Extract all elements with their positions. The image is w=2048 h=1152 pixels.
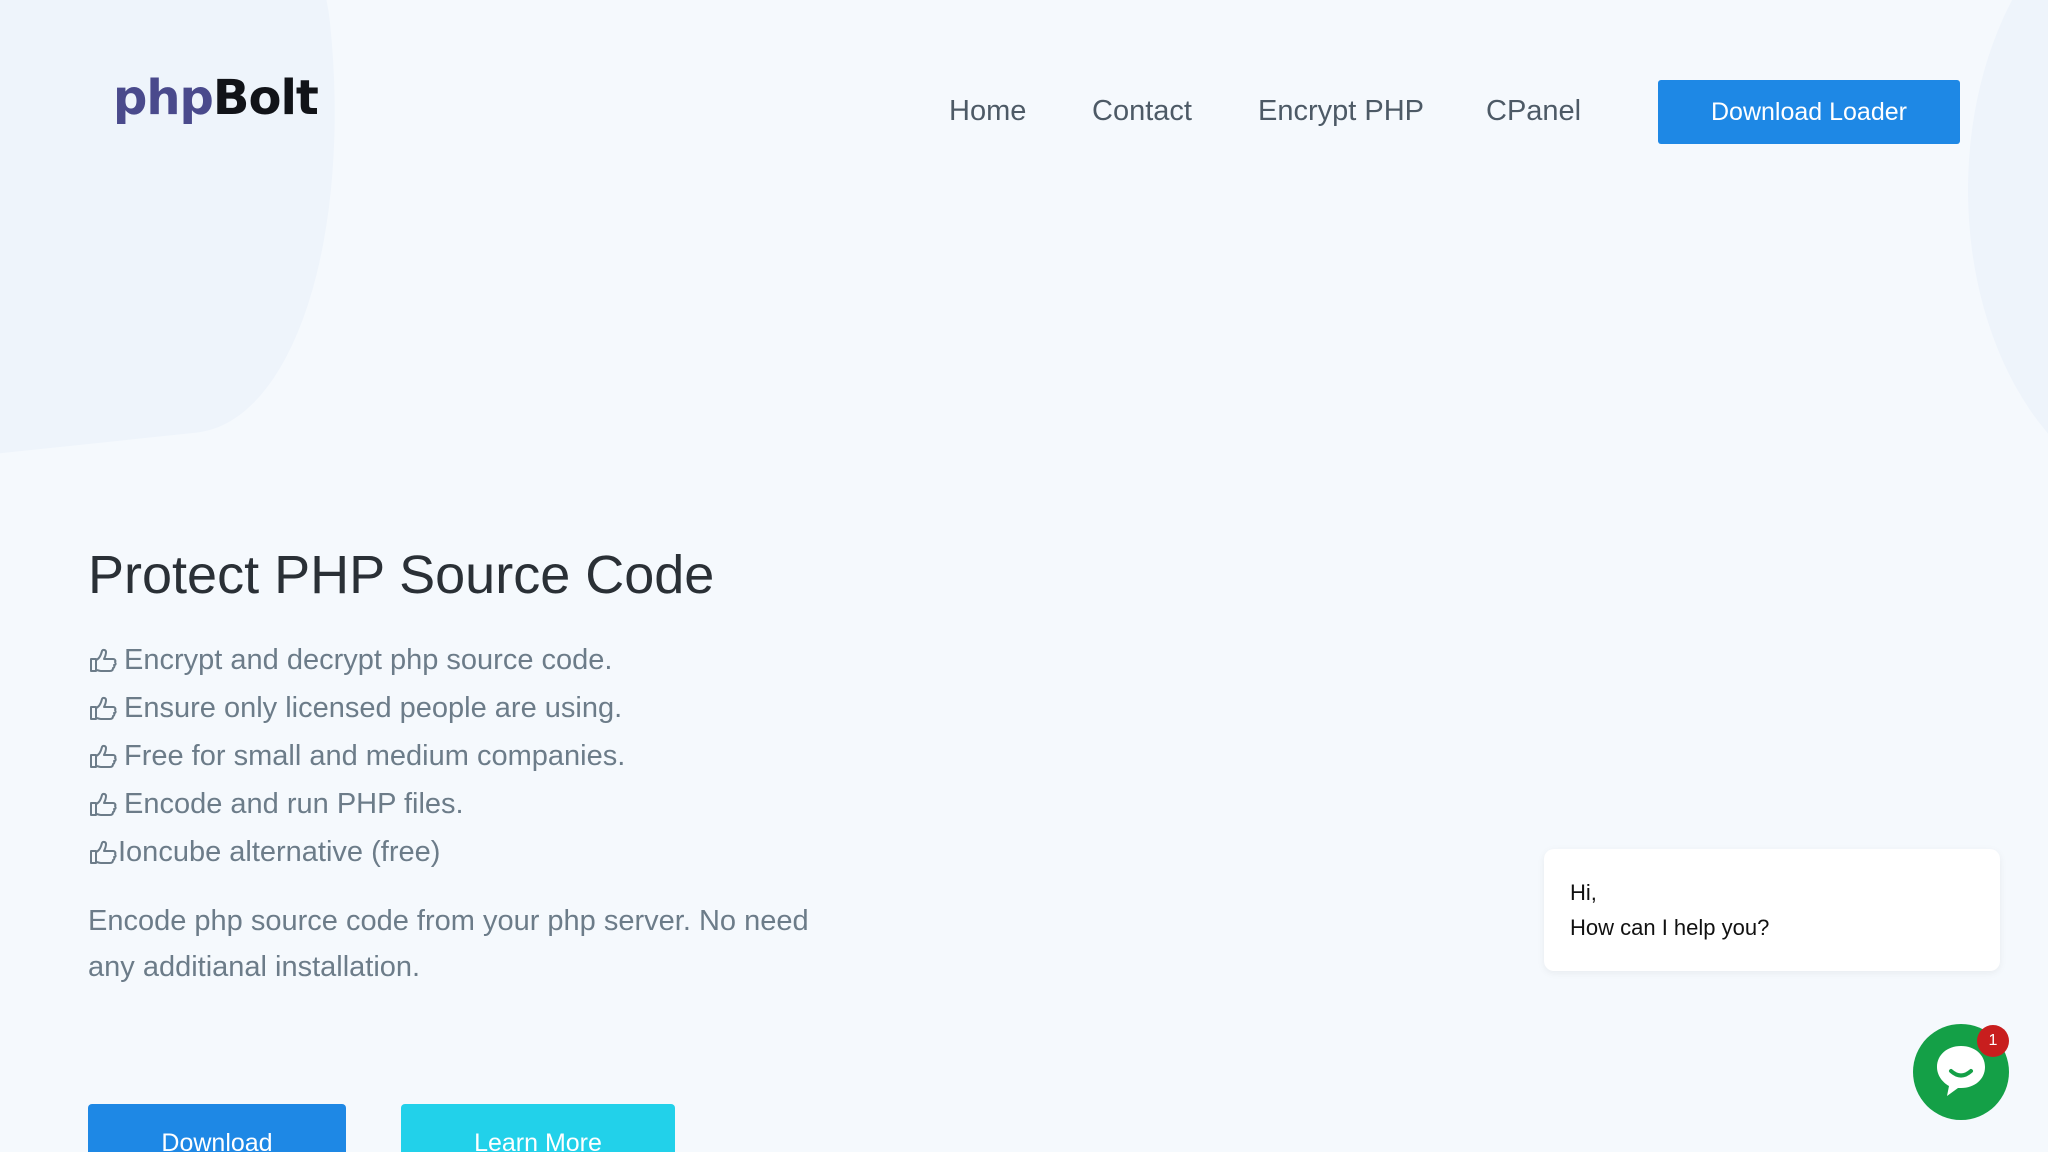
nav-home[interactable]: Home	[949, 88, 1026, 134]
feature-text: Encrypt and decrypt php source code.	[124, 643, 613, 676]
hero-title: Protect PHP Source Code	[88, 545, 715, 605]
logo[interactable]: phpBolt	[113, 74, 319, 122]
feature-text: Ioncube alternative (free)	[118, 835, 441, 868]
chat-message: How can I help you?	[1570, 915, 1770, 940]
nav-cpanel[interactable]: CPanel	[1486, 88, 1581, 134]
thumbs-up-icon	[90, 696, 117, 720]
feature-item: Encrypt and decrypt php source code.	[88, 636, 625, 684]
chat-icon	[1937, 1046, 1985, 1096]
page: phpBolt Home Contact Encrypt PHP CPanel …	[0, 0, 2048, 1152]
feature-text: Free for small and medium companies.	[124, 739, 626, 772]
nav-contact[interactable]: Contact	[1092, 88, 1192, 134]
background-shape-right	[1968, 0, 2048, 500]
logo-text-php: php	[113, 70, 214, 126]
thumbs-up-icon	[90, 840, 117, 864]
learn-more-button[interactable]: Learn More	[401, 1104, 675, 1152]
feature-item: Free for small and medium companies.	[88, 732, 625, 780]
feature-text: Encode and run PHP files.	[124, 787, 464, 820]
thumbs-up-icon	[90, 648, 117, 672]
logo-text-bolt: Bolt	[212, 70, 319, 126]
feature-item: Ioncube alternative (free)	[88, 828, 625, 876]
chat-greeting: Hi,	[1570, 880, 1597, 905]
chat-popup[interactable]: Hi, How can I help you?	[1544, 849, 2000, 971]
nav-encrypt-php[interactable]: Encrypt PHP	[1258, 88, 1424, 134]
feature-item: Encode and run PHP files.	[88, 780, 625, 828]
thumbs-up-icon	[90, 792, 117, 816]
download-button[interactable]: Download	[88, 1104, 346, 1152]
hero-description: Encode php source code from your php ser…	[88, 905, 809, 983]
thumbs-up-icon	[90, 744, 117, 768]
feature-list: Encrypt and decrypt php source code. Ens…	[88, 636, 625, 876]
download-loader-button[interactable]: Download Loader	[1658, 80, 1960, 144]
feature-text: Ensure only licensed people are using.	[124, 691, 623, 724]
feature-item: Ensure only licensed people are using.	[88, 684, 625, 732]
notification-badge: 1	[1977, 1025, 2009, 1057]
